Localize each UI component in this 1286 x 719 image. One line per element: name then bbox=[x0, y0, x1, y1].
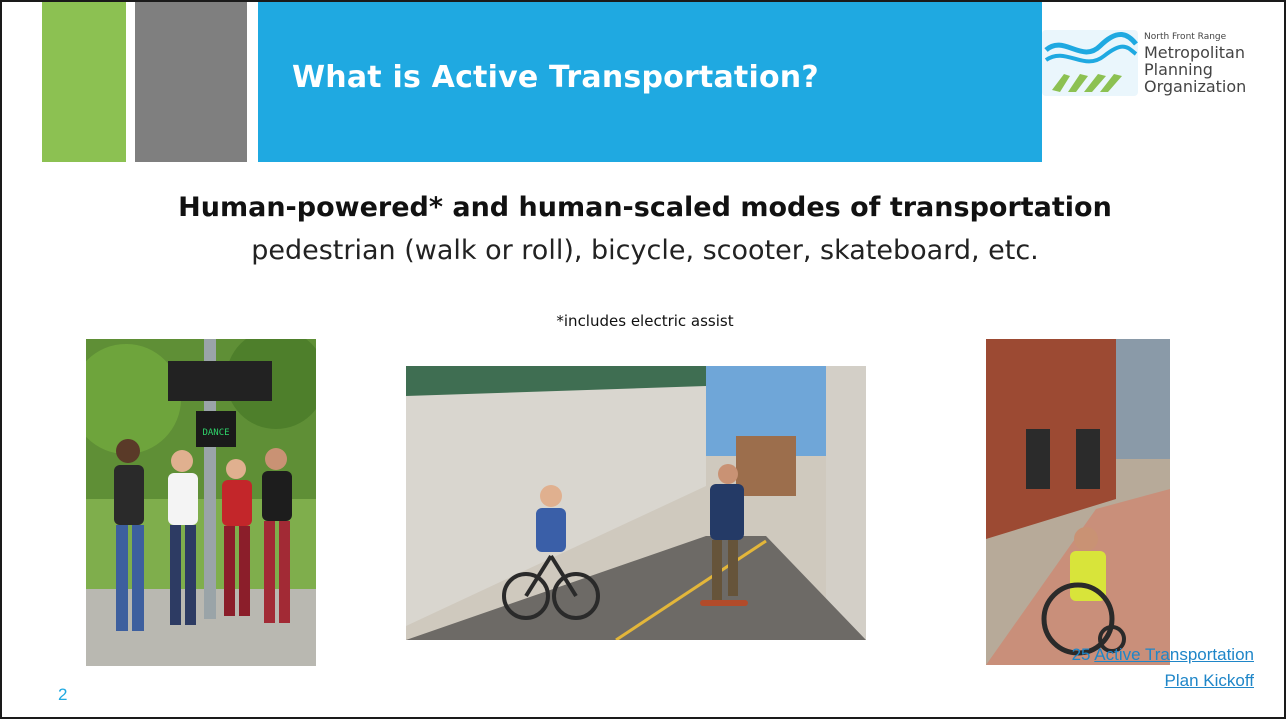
page-number: 2 bbox=[58, 685, 68, 704]
logo-line-planning: Planning bbox=[1144, 60, 1213, 79]
slide-title: What is Active Transportation? bbox=[292, 60, 819, 95]
accent-bar-gray bbox=[135, 2, 247, 162]
footnote: *includes electric assist bbox=[556, 312, 734, 330]
accent-bar-green bbox=[42, 2, 126, 162]
logo-small-text: North Front Range bbox=[1144, 32, 1227, 42]
footer-prefix: 25 bbox=[1071, 645, 1095, 664]
footer-reference: 25 Active Transportation Plan Kickoff bbox=[1054, 642, 1254, 694]
wheelchair-photo bbox=[986, 339, 1170, 665]
logo-line-metropolitan: Metropolitan bbox=[1144, 43, 1245, 62]
slide: What is Active Transportation? North Fro… bbox=[0, 0, 1286, 719]
mpo-logo: North Front Range Metropolitan Planning … bbox=[1042, 24, 1282, 98]
mpo-logo-icon bbox=[1042, 30, 1138, 96]
logo-line-organization: Organization bbox=[1144, 77, 1247, 96]
sub-heading: pedestrian (walk or roll), bicycle, scoo… bbox=[251, 235, 1039, 266]
pedestrians-photo: DANCE bbox=[86, 339, 316, 666]
main-heading: Human-powered* and human-scaled modes of… bbox=[178, 192, 1112, 223]
plan-kickoff-link[interactable]: Active Transportation Plan Kickoff bbox=[1094, 645, 1254, 690]
dance-signal-text: DANCE bbox=[202, 428, 229, 438]
bicycle-skateboard-photo bbox=[406, 366, 866, 640]
